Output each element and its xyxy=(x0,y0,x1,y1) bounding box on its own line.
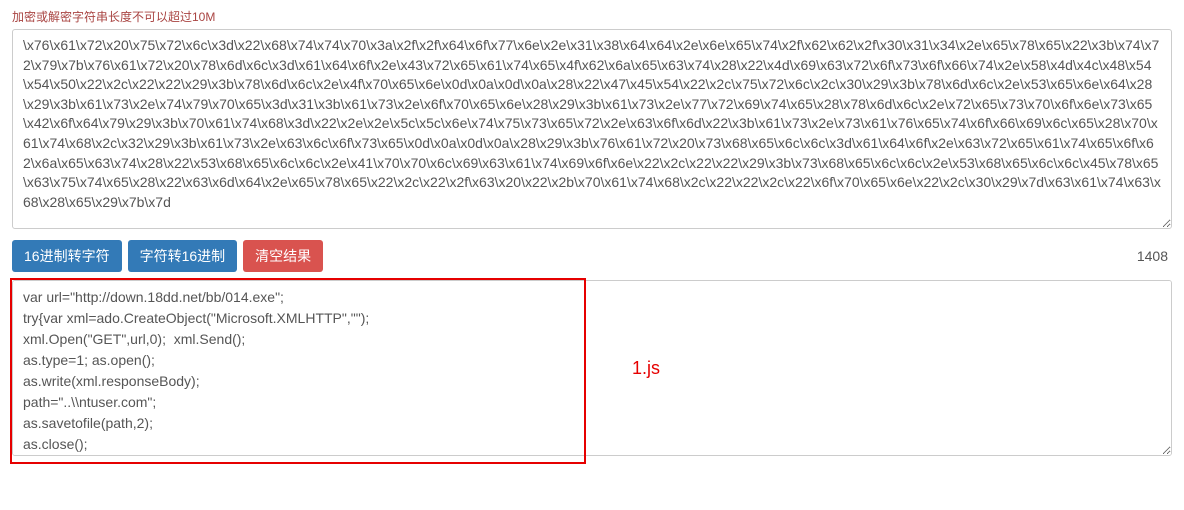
decoded-output[interactable] xyxy=(12,280,1172,456)
toolbar: 16进制转字符 字符转16进制 清空结果 1408 xyxy=(12,240,1172,272)
str-to-hex-button[interactable]: 字符转16进制 xyxy=(128,240,238,272)
char-count: 1408 xyxy=(1137,248,1172,264)
clear-button[interactable]: 清空结果 xyxy=(243,240,323,272)
hex-input[interactable] xyxy=(12,29,1172,229)
output-wrapper: 1.js xyxy=(12,280,1172,459)
length-warning: 加密或解密字符串长度不可以超过10M xyxy=(12,8,1172,25)
hex-to-str-button[interactable]: 16进制转字符 xyxy=(12,240,122,272)
